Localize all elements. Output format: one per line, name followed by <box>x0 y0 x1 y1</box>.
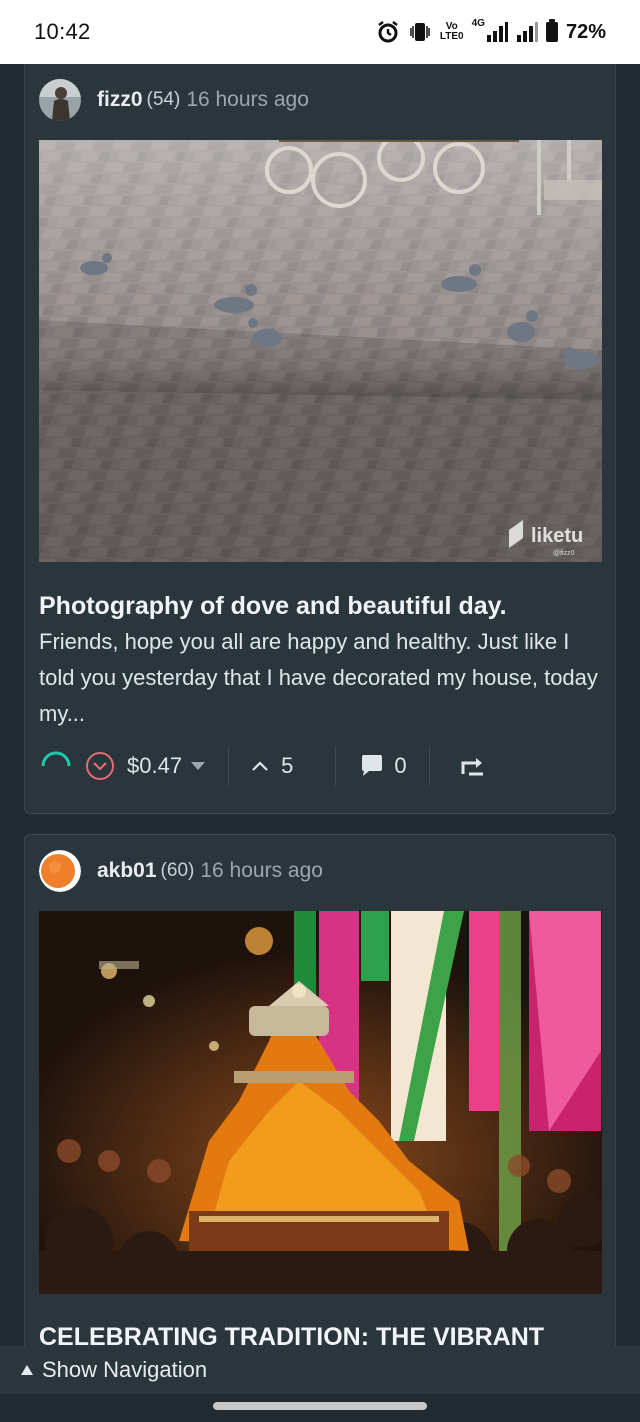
post-image[interactable]: liketu @fizz0 <box>39 140 602 562</box>
downvote-icon[interactable] <box>85 751 115 781</box>
avatar[interactable] <box>39 79 81 121</box>
author-name[interactable]: fizz0 <box>97 88 143 112</box>
show-navigation-button[interactable]: Show Navigation <box>0 1346 640 1394</box>
home-indicator[interactable] <box>213 1402 427 1410</box>
battery-icon <box>545 19 558 42</box>
vote-count[interactable]: 5 <box>281 753 293 779</box>
post-excerpt[interactable]: Friends, hope you all are happy and heal… <box>39 624 609 732</box>
comment-count[interactable]: 0 <box>394 753 406 779</box>
alarm-icon <box>376 20 400 44</box>
mobile-data-signal-icon: 4G <box>472 19 508 43</box>
vote-loading-icon <box>39 749 73 783</box>
upvote-icon[interactable] <box>251 760 269 772</box>
volte-icon: Vo LTE0 <box>439 21 464 42</box>
signal-strength-icon <box>516 21 538 43</box>
post-time[interactable]: 16 hours ago <box>200 859 323 883</box>
status-bar: 10:42 Vo LTE0 4G 72% <box>0 0 640 64</box>
post-footer: $0.47 5 0 <box>39 744 604 788</box>
post-card[interactable]: fizz0 (54) 16 hours ago liketu @fizz0 Ph… <box>24 64 616 814</box>
divider <box>228 746 230 786</box>
author-reputation: (60) <box>160 860 195 881</box>
divider <box>428 746 430 786</box>
divider <box>335 746 337 786</box>
post-author-row: fizz0 (54) 16 hours ago <box>39 78 309 122</box>
post-card[interactable]: akb01 (60) 16 hours ago CELEBRATING TRAD… <box>24 834 616 1374</box>
status-icons: Vo LTE0 4G 72% <box>376 19 606 44</box>
author-reputation: (54) <box>146 89 181 110</box>
post-author-row: akb01 (60) 16 hours ago <box>39 849 323 893</box>
post-title[interactable]: Photography of dove and beautiful day. <box>39 592 604 621</box>
payout-amount[interactable]: $0.47 <box>127 753 182 779</box>
triangle-up-icon <box>20 1363 34 1377</box>
vibrate-icon <box>408 20 432 44</box>
reblog-icon[interactable] <box>460 754 486 778</box>
post-image[interactable] <box>39 911 602 1294</box>
status-time: 10:42 <box>34 19 91 44</box>
payout-dropdown-icon[interactable] <box>190 761 206 771</box>
post-time[interactable]: 16 hours ago <box>186 88 309 112</box>
watermark-sub: @fizz0 <box>553 550 575 557</box>
watermark-text: liketu <box>531 525 583 547</box>
comment-icon[interactable] <box>358 752 386 780</box>
battery-percent: 72% <box>565 20 606 43</box>
author-name[interactable]: akb01 <box>97 859 157 883</box>
show-navigation-label: Show Navigation <box>42 1357 208 1382</box>
avatar[interactable] <box>39 850 81 892</box>
